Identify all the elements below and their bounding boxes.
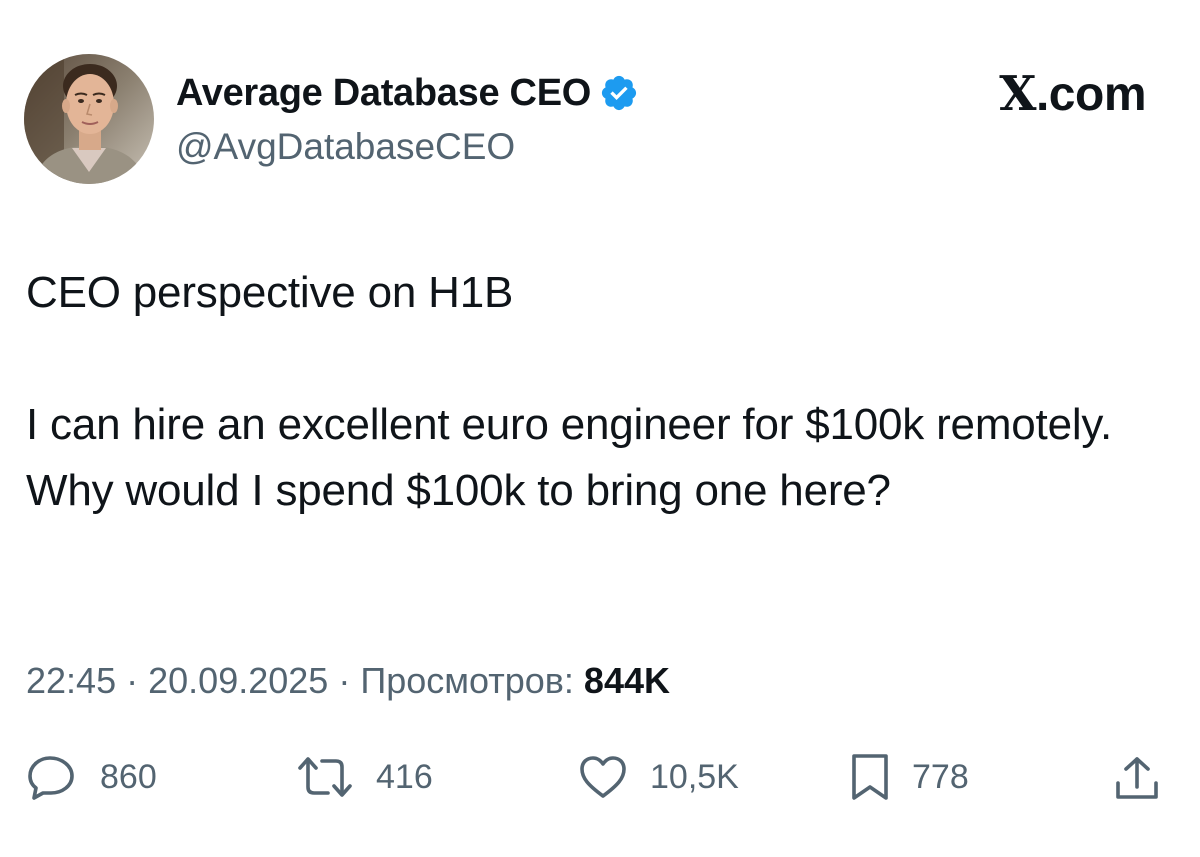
heart-icon — [578, 754, 628, 800]
display-name-row: Average Database CEO — [176, 68, 639, 118]
display-name[interactable]: Average Database CEO — [176, 72, 591, 115]
meta-separator: · — [126, 660, 139, 701]
retweet-button[interactable]: 416 — [296, 752, 433, 802]
share-button[interactable] — [1114, 754, 1160, 804]
reply-count: 860 — [100, 757, 157, 796]
avatar[interactable] — [24, 54, 154, 184]
bookmark-icon — [850, 752, 890, 802]
user-handle[interactable]: @AvgDatabaseCEO — [176, 126, 515, 168]
tweet-date[interactable]: 20.09.2025 — [148, 660, 328, 701]
verified-badge-icon — [599, 73, 639, 113]
tweet-meta: 22:45 · 20.09.2025 · Просмотров: 844K — [26, 660, 670, 702]
tweet-card: Average Database CEO @AvgDatabaseCEO X.c… — [0, 0, 1200, 857]
views-label: Просмотров: — [360, 660, 574, 701]
tweet-time[interactable]: 22:45 — [26, 660, 116, 701]
reply-button[interactable]: 860 — [26, 752, 157, 802]
site-label: X.com — [999, 66, 1146, 122]
like-count: 10,5K — [650, 757, 739, 796]
retweet-icon — [296, 754, 354, 800]
tweet-text-line: CEO perspective on H1B — [26, 268, 514, 317]
bookmark-button[interactable]: 778 — [850, 752, 969, 802]
profile-photo — [24, 54, 154, 184]
retweet-count: 416 — [376, 757, 433, 796]
share-icon — [1114, 755, 1160, 803]
reply-icon — [26, 753, 78, 801]
bookmark-count: 778 — [912, 757, 969, 796]
tweet-text-paragraph: I can hire an excellent euro engineer fo… — [26, 400, 1112, 515]
meta-separator: · — [338, 660, 351, 701]
tweet-text: CEO perspective on H1B I can hire an exc… — [26, 260, 1156, 524]
site-label-domain: .com — [1035, 68, 1147, 121]
x-logo-letter: X — [999, 66, 1036, 122]
like-button[interactable]: 10,5K — [578, 752, 739, 802]
views-count: 844K — [583, 660, 670, 701]
